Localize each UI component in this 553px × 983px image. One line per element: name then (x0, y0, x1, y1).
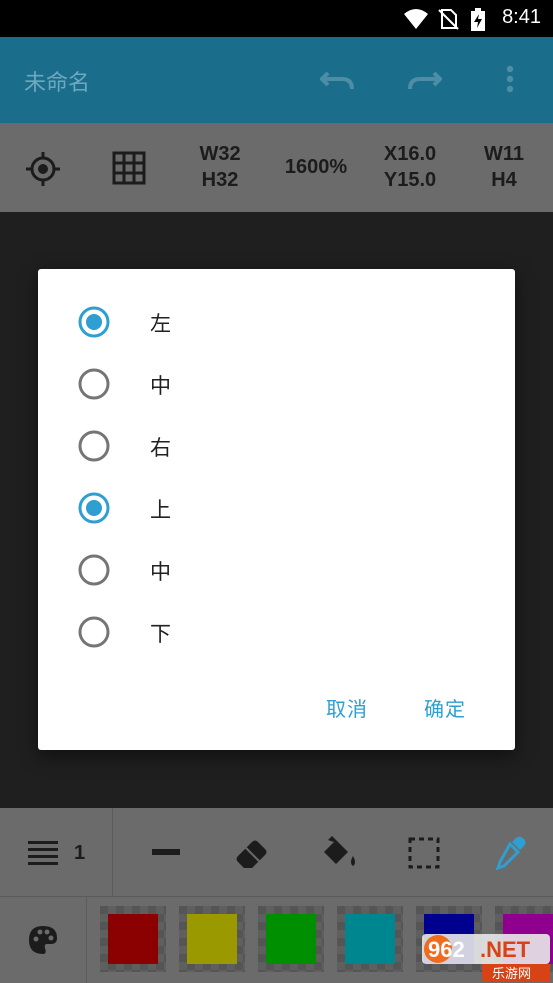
status-time: 8:41 (502, 6, 541, 28)
swatch-color (108, 914, 158, 964)
selection-width: W11 (483, 143, 525, 165)
radio-label: 上 (150, 498, 171, 522)
radio-label: 右 (150, 436, 171, 460)
battery-charging-icon (471, 8, 485, 31)
wifi-icon (404, 9, 428, 29)
grid-icon[interactable] (112, 151, 146, 185)
tool-divider (112, 808, 113, 896)
alignment-dialog: 左中右上中下 取消 确定 (38, 269, 515, 750)
color-swatch[interactable] (100, 906, 166, 972)
fill-bucket-icon[interactable] (322, 836, 358, 870)
eraser-icon[interactable] (234, 836, 270, 870)
canvas-size-readout[interactable]: W32 H32 (190, 141, 250, 193)
crosshair-icon[interactable] (25, 151, 61, 187)
radio-option[interactable]: 下 (38, 601, 515, 663)
more-vert-icon[interactable] (500, 63, 520, 95)
palette-icon[interactable] (28, 925, 58, 955)
radio-label: 中 (150, 374, 171, 398)
color-swatch[interactable] (337, 906, 403, 972)
radio-unchecked-icon[interactable] (78, 368, 110, 400)
selection-icon[interactable] (408, 837, 440, 869)
radio-checked-icon[interactable] (78, 306, 110, 338)
swatch-color (345, 914, 395, 964)
radio-option[interactable]: 中 (38, 539, 515, 601)
selection-size-readout: W11 H4 (476, 141, 532, 193)
status-bar: 8:41 (0, 0, 553, 37)
radio-option[interactable]: 上 (38, 477, 515, 539)
radio-unchecked-icon[interactable] (78, 554, 110, 586)
app-bar: 未命名 (0, 37, 553, 123)
cursor-x: X16.0 (383, 143, 437, 165)
radio-option[interactable]: 中 (38, 353, 515, 415)
palette-divider (86, 896, 87, 983)
canvas-width: W32 (199, 143, 241, 165)
canvas-height: H32 (201, 169, 239, 191)
stroke-width-value: 1 (74, 842, 86, 864)
selection-height: H4 (491, 169, 517, 191)
radio-label: 中 (150, 560, 171, 584)
redo-icon[interactable] (406, 63, 442, 95)
swatch-color (266, 914, 316, 964)
no-sim-icon (438, 9, 459, 30)
color-swatch[interactable] (179, 906, 245, 972)
radio-label: 左 (150, 312, 171, 336)
cursor-y: Y15.0 (383, 169, 437, 191)
radio-checked-icon[interactable] (78, 492, 110, 524)
radio-unchecked-icon[interactable] (78, 616, 110, 648)
radio-option[interactable]: 左 (38, 291, 515, 353)
zoom-level[interactable]: 1600% (276, 154, 356, 180)
radio-unchecked-icon[interactable] (78, 430, 110, 462)
confirm-button[interactable]: 确定 (424, 693, 466, 722)
eyedropper-icon[interactable] (494, 836, 526, 870)
color-swatch[interactable] (258, 906, 324, 972)
line-width-icon[interactable] (28, 840, 58, 866)
cancel-button[interactable]: 取消 (326, 693, 368, 722)
line-tool-icon[interactable] (152, 848, 180, 856)
svg-text:.NET: .NET (480, 937, 531, 962)
info-toolbar: W32 H32 1600% X16.0 Y15.0 W11 H4 (0, 123, 553, 212)
document-title: 未命名 (24, 71, 91, 96)
cursor-position-readout: X16.0 Y15.0 (372, 141, 448, 193)
radio-option[interactable]: 右 (38, 415, 515, 477)
radio-label: 下 (150, 622, 171, 646)
swatch-color (187, 914, 237, 964)
svg-text:962: 962 (428, 937, 465, 962)
undo-icon[interactable] (320, 63, 356, 95)
svg-text:乐游网: 乐游网 (492, 967, 531, 982)
watermark-logo: 962 .NET 乐游网 (422, 934, 550, 982)
